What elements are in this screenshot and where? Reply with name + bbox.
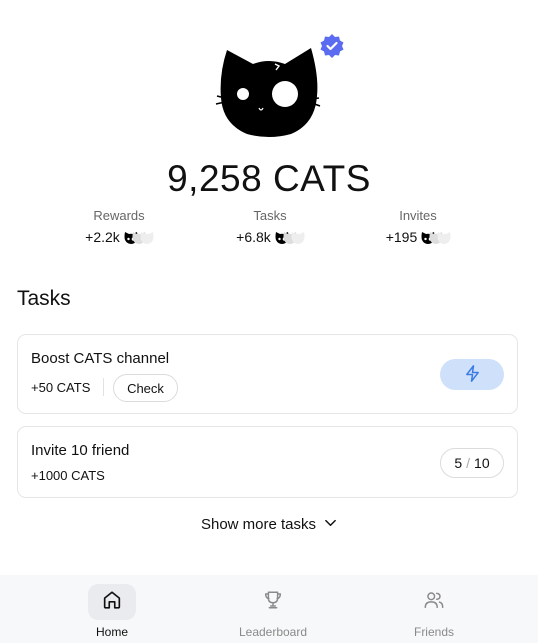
friends-icon [423,589,445,616]
stat-value-row: +2.2k [85,229,154,245]
stat-label: Invites [399,208,437,223]
task-card-boost: Boost CATS channel +50 CATS Check [17,334,518,414]
task-progress-badge: 5 / 10 [440,448,504,478]
stat-value: +6.8k [236,229,271,245]
stat-value-row: +6.8k [236,229,305,245]
verified-badge-icon [319,33,345,59]
chevron-down-icon [324,516,337,533]
cat-avatars-group [275,231,305,244]
stat-invites: Invites +195 [358,208,478,247]
stat-value-row: +195 [386,229,451,245]
progress-current: 5 [454,455,463,471]
stat-value: +195 [385,229,418,245]
home-icon [101,589,123,616]
bottom-nav: Home Leaderboard Friends [0,575,538,643]
nav-item-home[interactable]: Home [52,575,172,643]
show-more-tasks-button[interactable]: Show more tasks [0,516,538,533]
nav-item-friends[interactable]: Friends [374,575,494,643]
stat-label: Rewards [93,208,145,223]
black-cat-avatar [215,48,321,137]
nav-icon-box [249,584,297,620]
nav-icon-box [88,584,136,620]
task-card-invite: Invite 10 friend +1000 CATS 5 / 10 [17,426,518,498]
divider [103,378,104,396]
progress-total: 10 [474,455,490,471]
nav-label: Friends [413,625,454,639]
task-reward: +1000 CATS [31,468,105,483]
cat-icon [291,231,305,244]
stat-value: +2.2k [85,229,120,245]
cat-icon [140,231,154,244]
stat-rewards: Rewards +2.2k [59,208,179,247]
show-more-label: Show more tasks [200,516,317,533]
nav-icon-box [410,584,458,620]
stat-tasks: Tasks +6.8k [210,208,330,247]
stat-label: Tasks [253,208,287,223]
task-title: Invite 10 friend [31,442,130,459]
progress-separator: / [466,455,471,471]
cat-icon [437,231,451,244]
cat-avatars-group [124,231,154,244]
trophy-icon [262,589,284,616]
check-button[interactable]: Check [113,374,178,402]
task-title: Boost CATS channel [31,350,170,367]
cat-avatar [213,36,325,140]
nav-label: Home [95,625,128,639]
cat-avatars-group [421,231,451,244]
boost-start-button[interactable] [440,359,504,390]
lightning-icon [463,364,482,386]
nav-label: Leaderboard [238,625,308,639]
nav-item-leaderboard[interactable]: Leaderboard [213,575,333,643]
task-reward: +50 CATS [31,380,91,395]
tasks-section-title: Tasks [17,287,71,310]
balance-total: 9,258 CATS [167,158,371,199]
stats-row: Rewards +2.2k Tasks +6.8k Invites +195 [0,208,538,248]
